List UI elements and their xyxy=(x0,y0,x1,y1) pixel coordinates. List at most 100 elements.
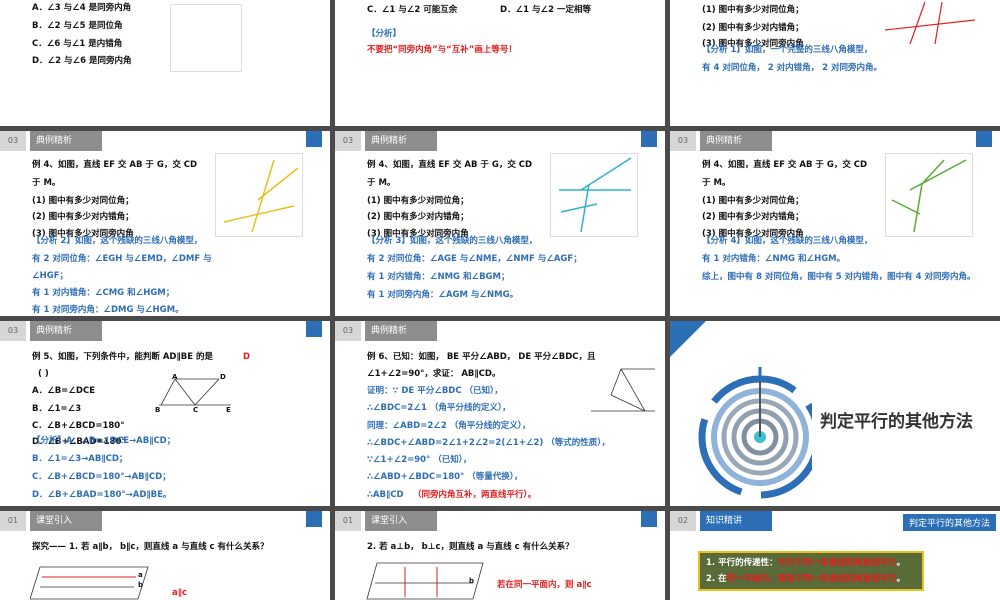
section-number: 03 xyxy=(670,131,696,151)
corner-square xyxy=(306,511,322,527)
explore-answer: 若在同一平面内，则 a∥c xyxy=(497,580,592,590)
section-tab: 课堂引入 xyxy=(365,511,437,531)
label-a: A xyxy=(172,373,178,381)
section-number: 02 xyxy=(670,511,696,531)
slide-intro2[interactable]: 01 课堂引入 2. 若 a⊥b， b⊥c，则直线 a 与直线 c 有什么关系？ … xyxy=(335,511,665,600)
rule-1: 1. 平行的传递性：平行于同一条直线的两直线平行。 xyxy=(706,558,906,568)
slide-row0-right[interactable]: (1) 图中有多少对同位角； (2) 图中有多少对内错角； (3) 图中有多少对… xyxy=(670,0,1000,126)
slide-ex6[interactable]: 03 典例精析 例 6、已知：如图， BE 平分∠ABD， DE 平分∠BDC，且… xyxy=(335,321,665,506)
label-b: B xyxy=(155,406,161,414)
analysis-title: 【分析 4】如图，这个残缺的三线八角模型， xyxy=(702,236,873,246)
option-c: C．∠B+∠BCD=180° xyxy=(32,421,125,431)
slide-intro1[interactable]: 01 课堂引入 探究—— 1. 若 a∥b， b∥c，则直线 a 与直线 c 有什… xyxy=(0,511,330,600)
analysis-line: 有 1 对同旁内角：∠DMG 与∠HGM。 xyxy=(32,305,184,315)
perpendicular-lines-figure xyxy=(366,562,484,600)
three-line-figure xyxy=(884,1,976,45)
question-2: (2) 图中有多少对内错角； xyxy=(702,212,804,222)
example-line-1: 例 5、如图，下列条件中，能判断 AD∥BE 的是 xyxy=(32,352,213,362)
corner-square xyxy=(306,321,322,337)
target-icon xyxy=(698,367,812,499)
proof-line: ∴∠BDC+∠ABD=2∠1+2∠2=2(∠1+∠2) （等式的性质）， xyxy=(367,438,611,448)
figure-box xyxy=(170,4,242,72)
proof-line: ∴∠ABD+∠BDC=180° （等量代换）， xyxy=(367,472,523,482)
option-b: B．∠1=∠3 xyxy=(32,404,82,414)
explore-answer: a∥c xyxy=(172,588,188,598)
section-number: 03 xyxy=(0,321,26,341)
proof-conclusion: ∴AB∥CD xyxy=(367,490,404,500)
knowledge-box: 1. 平行的传递性：平行于同一条直线的两直线平行。 2. 在同一平面内，垂直于同… xyxy=(698,551,924,591)
proof-line: ∴∠BDC=2∠1 （角平分线的定义）， xyxy=(367,403,511,413)
ex4-figure-cyan xyxy=(550,153,638,237)
slide-knowledge[interactable]: 02 知识精讲 判定平行的其他方法 1. 平行的传递性：平行于同一条直线的两直线平… xyxy=(670,511,1000,600)
question-1: (1) 图中有多少对同位角； xyxy=(702,196,804,206)
analysis-line: 有 1 对内错角：∠NMG 和∠HGM。 xyxy=(702,254,846,264)
option-c: C．∠6 与∠1 是内错角 xyxy=(32,39,123,49)
analysis-summary: 综上，图中有 8 对同位角，图中有 5 对内错角，图中有 4 对同旁内角。 xyxy=(702,272,976,282)
section-tab: 典例精析 xyxy=(365,131,437,151)
slide-ex5[interactable]: 03 典例精析 例 5、如图，下列条件中，能判断 AD∥BE 的是 D ( ) A… xyxy=(0,321,330,506)
ex4-figure-green xyxy=(885,153,973,237)
line-label-b: b xyxy=(138,581,144,589)
question-1: (1) 图中有多少对同位角； xyxy=(702,5,804,15)
answer-d: D xyxy=(243,352,251,362)
example-line-1: 例 4、如图，直线 EF 交 AB 于 G，交 CD xyxy=(32,160,198,170)
label-e: E xyxy=(226,406,231,414)
ex6-figure xyxy=(591,368,655,412)
section-tab: 典例精析 xyxy=(700,131,772,151)
answer-paren: ( ) xyxy=(38,369,49,379)
slide-ex4-analysis3[interactable]: 03 典例精析 例 4、如图，直线 EF 交 AB 于 G，交 CD 于 M。 (… xyxy=(335,131,665,316)
proof-line: 同理：∠ABD=2∠2 （角平分线的定义）， xyxy=(367,421,531,431)
option-a: A．∠3 与∠4 是同旁内角 xyxy=(32,3,132,13)
corner-square xyxy=(641,511,657,527)
question-1: (1) 图中有多少对同位角； xyxy=(32,196,134,206)
slide-ex4-analysis4[interactable]: 03 典例精析 例 4、如图，直线 EF 交 AB 于 G，交 CD 于 M。 (… xyxy=(670,131,1000,316)
analysis-line: 有 2 对同位角：∠AGE 与∠NME，∠NMF 与∠AGF； xyxy=(367,254,582,264)
slide-row0-mid[interactable]: C．∠1 与∠2 可能互余 D．∠1 与∠2 一定相等 【分析】 不要把“同旁内… xyxy=(335,0,665,126)
question-1: (1) 图中有多少对同位角； xyxy=(367,196,469,206)
option-d: D．∠2 与∠6 是同旁内角 xyxy=(32,56,132,66)
slide-row0-left[interactable]: A．∠3 与∠4 是同旁内角 B．∠2 与∠5 是同位角 C．∠6 与∠1 是内… xyxy=(0,0,330,126)
section-tab: 典例精析 xyxy=(365,321,437,341)
analysis-c: C．∠B+∠BCD=180°→AB∥CD； xyxy=(32,472,171,482)
proof-line: 证明：∵ DE 平分∠BDC （已知）， xyxy=(367,386,503,396)
analysis-line: ∠HGF； xyxy=(32,271,69,281)
proof-line: ∵∠1+∠2=90° （已知）， xyxy=(367,455,472,465)
label-c: C xyxy=(193,406,199,414)
analysis-line: 有 1 对同旁内角：∠AGM 与∠NMG。 xyxy=(367,290,519,300)
section-number: 03 xyxy=(335,131,361,151)
example-line-1: 例 4、如图，直线 EF 交 AB 于 G，交 CD xyxy=(367,160,533,170)
corner-square xyxy=(641,131,657,147)
analysis-label: 【分析】 xyxy=(367,29,402,39)
analysis-note: 不要把“同旁内角”与“互补”画上等号！ xyxy=(367,45,517,55)
example-line-1: 例 4、如图，直线 EF 交 AB 于 G，交 CD xyxy=(702,160,868,170)
slide-ex4-analysis2[interactable]: 03 典例精析 例 4、如图，直线 EF 交 AB 于 G，交 CD 于 M。 (… xyxy=(0,131,330,316)
section-number: 03 xyxy=(0,131,26,151)
cover-title: 判定平行的其他方法 xyxy=(820,412,973,432)
analysis-line: 有 1 对内错角：∠CMG 和∠HGM； xyxy=(32,288,175,298)
analysis-title: 【分析 2】如图，这个残缺的三线八角模型， xyxy=(32,236,203,246)
analysis-b: B．∠1=∠3→AB∥CD； xyxy=(32,454,128,464)
rule-2: 2. 在同一平面内，垂直于同一条直线的两直线平行。 xyxy=(706,574,906,584)
question-2: (2) 图中有多少对内错角； xyxy=(32,212,134,222)
section-tab: 课堂引入 xyxy=(30,511,102,531)
ex4-figure-yellow xyxy=(215,153,303,237)
option-d: D．∠1 与∠2 一定相等 xyxy=(500,5,592,15)
section-number: 01 xyxy=(335,511,361,531)
example-line-2: ∠1+∠2=90°，求证： AB∥CD。 xyxy=(367,369,501,379)
question-2: (2) 图中有多少对内错角； xyxy=(702,23,804,33)
example-line-2: 于 M。 xyxy=(702,178,731,188)
topic-chip: 判定平行的其他方法 xyxy=(902,514,996,531)
section-number: 03 xyxy=(335,321,361,341)
analysis-d: D．∠B+∠BAD=180°→AD∥BE。 xyxy=(32,490,172,500)
slide-cover[interactable]: 判定平行的其他方法 xyxy=(670,321,1000,506)
label-d: D xyxy=(220,373,226,381)
analysis-line: 有 2 对同位角：∠EGH 与∠EMD，∠DMF 与 xyxy=(32,254,212,264)
section-number: 01 xyxy=(0,511,26,531)
explore-question: 探究—— 1. 若 a∥b， b∥c，则直线 a 与直线 c 有什么关系？ xyxy=(32,542,269,552)
section-tab: 典例精析 xyxy=(30,321,102,341)
proof-reason: （同旁内角互补，两直线平行）。 xyxy=(413,490,537,500)
analysis-title: 【分析 3】如图，这个残缺的三线八角模型， xyxy=(367,236,538,246)
section-tab: 典例精析 xyxy=(30,131,102,151)
analysis-1: 【分析 1】如图，一个完整的三线八角模型， xyxy=(702,45,873,55)
explore-question: 2. 若 a⊥b， b⊥c，则直线 a 与直线 c 有什么关系？ xyxy=(367,542,574,552)
